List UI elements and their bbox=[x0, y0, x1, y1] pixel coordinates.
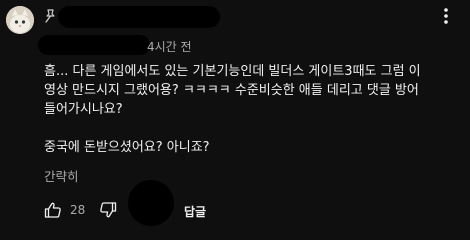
comment-text-line: 중국에 돈받으셨어요? 아니죠? bbox=[44, 140, 210, 155]
pin-icon bbox=[44, 8, 56, 23]
reply-button[interactable]: 답글 bbox=[184, 203, 206, 220]
avatar[interactable] bbox=[6, 6, 34, 34]
thumb-down-icon[interactable] bbox=[99, 202, 117, 218]
more-vert-icon[interactable] bbox=[440, 6, 452, 26]
comment-text-line: 들어가시나요? bbox=[44, 102, 123, 117]
comment-text-line: 영상 만드시지 그랬어용? ㅋㅋㅋㅋ 수준비슷한 애들 데리고 댓글 방어 bbox=[44, 83, 419, 98]
redacted-author-handle bbox=[38, 35, 150, 55]
redacted-author-name bbox=[58, 6, 220, 28]
comment-text-line: 흠... 다른 게임에서도 있는 기본기능인데 빌더스 게이트3때도 그럼 이 bbox=[44, 64, 421, 79]
redacted-creator-heart bbox=[128, 180, 174, 226]
thumb-up-icon[interactable] bbox=[44, 202, 62, 218]
comment-body: 흠... 다른 게임에서도 있는 기본기능인데 빌더스 게이트3때도 그럼 이 … bbox=[44, 62, 466, 157]
comment-timestamp: 4시간 전 bbox=[147, 40, 192, 54]
collapse-comment-link[interactable]: 간략히 bbox=[44, 166, 79, 185]
like-count: 28 bbox=[70, 203, 86, 217]
comment-paragraph-gap bbox=[44, 119, 466, 138]
